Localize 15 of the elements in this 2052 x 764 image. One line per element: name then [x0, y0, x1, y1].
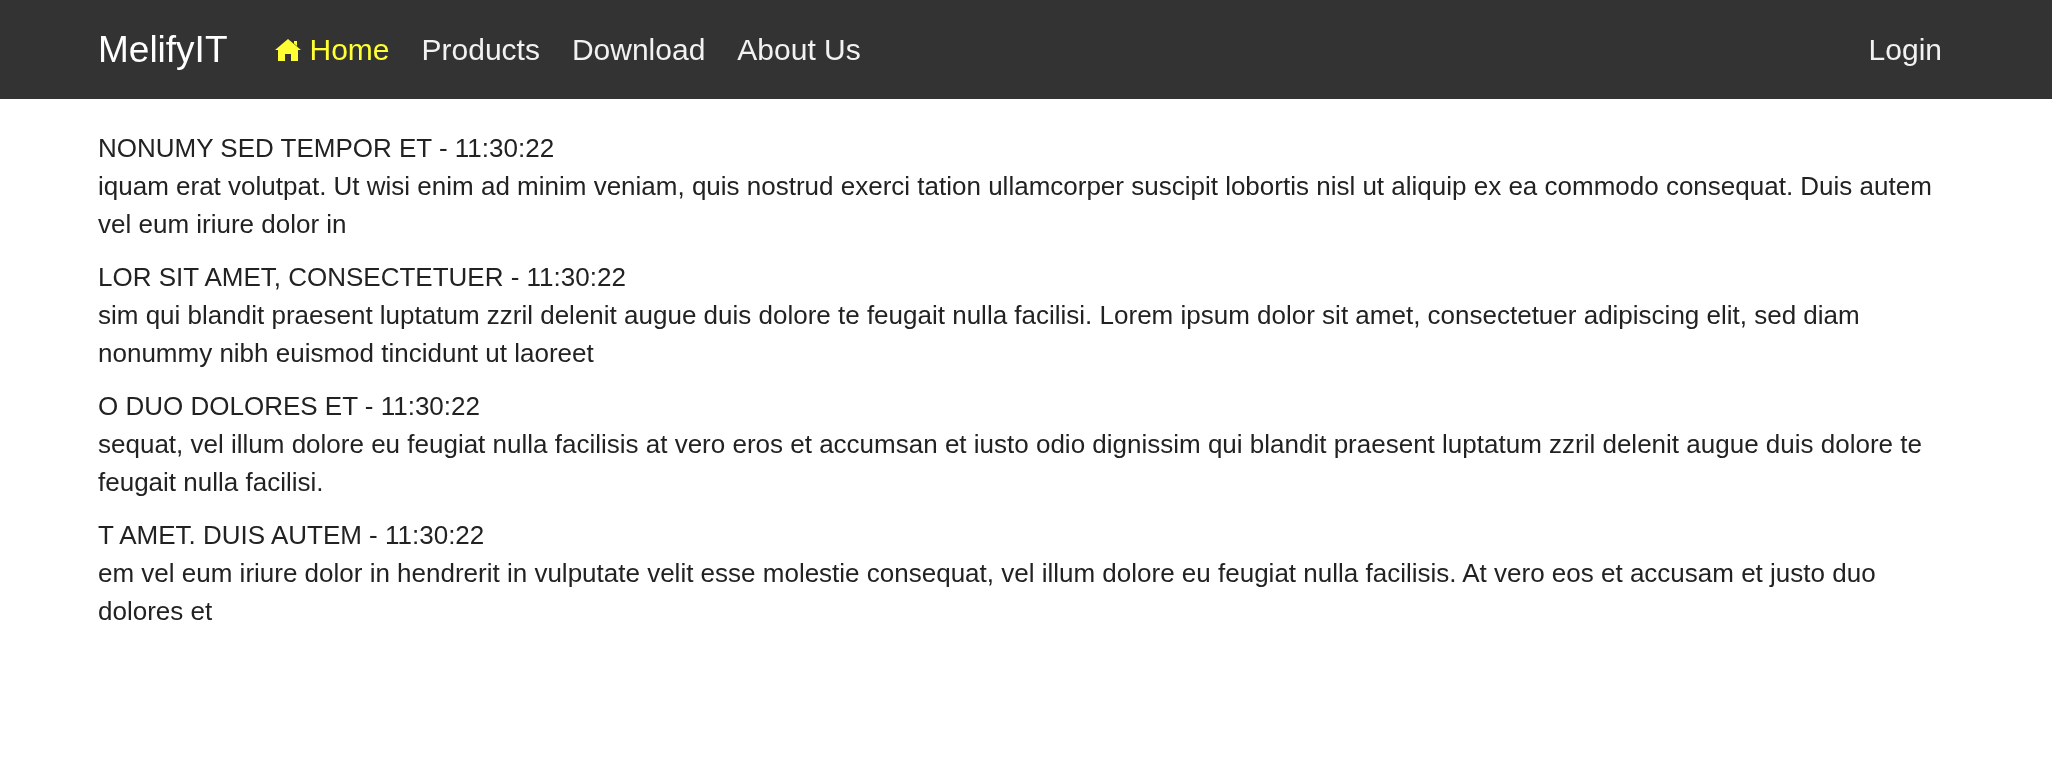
post-heading: O DUO DOLORES ET - 11:30:22: [98, 390, 481, 423]
post-text: sequat, vel illum dolore eu feugiat nulla facilisis at vero eros et accumsan et iusto odio dignissim qui blandit praesent luptatum zzril delenit augue duis dolore te feugait nulla facilisi.: [98, 428, 1923, 499]
post-heading: T AMET. DUIS AUTEM - 11:30:22: [98, 519, 486, 552]
post-text: em vel eum iriure dolor in hendrerit in vulputate velit esse molestie consequat, vel illum dolore eu feugiat nulla facilisis. At vero eos et accusam et justo duo dolores et: [98, 557, 1877, 628]
nav-link[interactable]: Download: [571, 32, 706, 67]
nav-link[interactable]: About Us: [737, 32, 861, 67]
post-text: iquam erat volutpat. Ut wisi enim ad minim veniam, quis nostrud exerci tation ullamcorper suscipit lobortis nisl ut aliquip ex ea commodo consequat. Duis autem vel eum iriure dolor in: [98, 170, 1933, 241]
nav-link[interactable]: Products: [421, 32, 540, 67]
post-heading: NONUMY SED TEMPOR ET - 11:30:22: [98, 132, 556, 165]
login-link[interactable]: Login: [1868, 32, 1942, 67]
nav-link[interactable]: Home: [273, 32, 390, 67]
post-text: sim qui blandit praesent luptatum zzril delenit augue duis dolore te feugait nulla facilisi. Lorem ipsum dolor sit amet, consectetuer adipiscing elit, sed diam nonummy nibh euismod tincidunt ut laoreet: [98, 299, 1861, 370]
brand-logo[interactable]: MelifyIT: [98, 28, 228, 71]
home-icon: [273, 37, 302, 62]
post-heading: LOR SIT AMET, CONSECTETUER - 11:30:22: [98, 261, 627, 294]
